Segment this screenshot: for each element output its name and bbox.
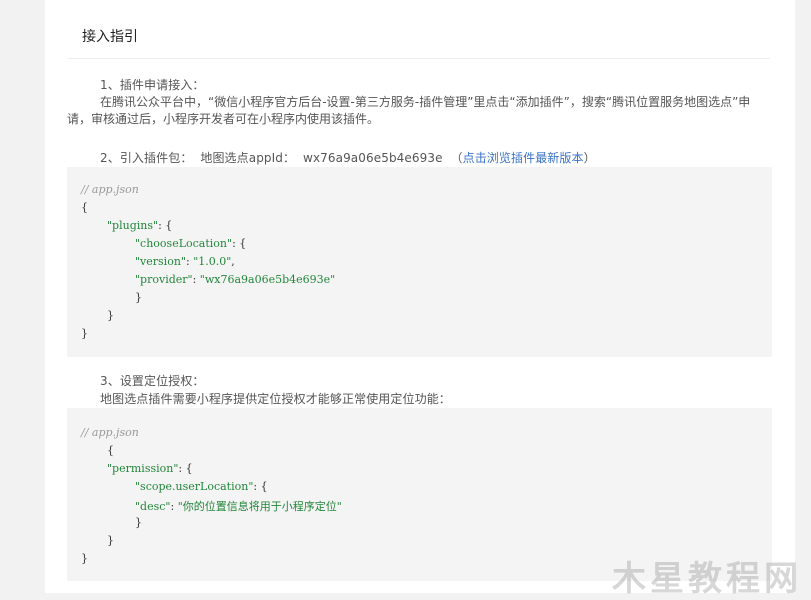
step3-body: 地图选点插件需要小程序提供定位授权才能够正常使用定位功能： — [100, 392, 451, 406]
browse-plugin-version-link[interactable]: 点击浏览插件最新版本 — [463, 151, 584, 165]
code2-punct: : — [170, 500, 178, 513]
code2-line: } — [107, 534, 114, 547]
code2-key: "desc" — [135, 500, 171, 513]
section-title: 接入指引 — [82, 29, 138, 45]
code-block-plugins: // app.json { "plugins": { "chooseLocati… — [67, 167, 772, 357]
code2-punct: : { — [178, 462, 193, 475]
code2-punct: : { — [253, 480, 268, 493]
content-card: 接入指引 1、插件申请接入： 在腾讯公众平台中，“微信小程序官方后台-设置-第三… — [45, 0, 795, 593]
code1-line: } — [135, 291, 142, 304]
code1-line: } — [107, 309, 114, 322]
code2-line: } — [81, 552, 88, 565]
step3-heading: 3、设置定位授权： — [100, 374, 205, 388]
code1-string: "1.0.0" — [193, 255, 232, 268]
step2-heading: 2、引入插件包： — [100, 151, 193, 165]
code1-line: { — [81, 201, 88, 214]
code1-key: "provider" — [135, 273, 193, 286]
code2-line: "permission": { — [107, 462, 193, 475]
step1-heading: 1、插件申请接入： — [100, 78, 205, 92]
step2-line: 2、引入插件包： 地图选点appId： wx76a9a06e5b4e693e （… — [100, 149, 596, 166]
code1-punct: : { — [158, 219, 173, 232]
code1-line: } — [81, 327, 88, 340]
code1-line: "provider": "wx76a9a06e5b4e693e" — [135, 273, 335, 286]
code2-line: "desc": "你的位置信息将用于小程序定位" — [135, 498, 342, 514]
code1-line: "version": "1.0.0", — [135, 255, 235, 268]
code1-line: "plugins": { — [107, 219, 172, 232]
appid-label: 地图选点appId： — [200, 151, 296, 165]
code1-comment: // app.json — [81, 183, 139, 196]
code1-key: "plugins" — [107, 219, 159, 232]
code2-key: "scope.userLocation" — [135, 480, 254, 493]
code2-line: { — [107, 444, 114, 457]
code1-key: "version" — [135, 255, 186, 268]
appid-value: wx76a9a06e5b4e693e — [303, 151, 443, 165]
paren-open: （ — [450, 151, 463, 165]
code2-line: } — [135, 516, 142, 529]
code1-line: "chooseLocation": { — [135, 237, 246, 250]
step1-body: 在腾讯公众平台中，“微信小程序官方后台-设置-第三方服务-插件管理”里点击“添加… — [67, 95, 751, 126]
code2-comment: // app.json — [81, 426, 139, 439]
code2-string: "你的位置信息将用于小程序定位" — [177, 500, 342, 513]
title-divider — [67, 58, 770, 59]
code2-key: "permission" — [107, 462, 179, 475]
code2-line: "scope.userLocation": { — [135, 480, 268, 493]
code1-string: "wx76a9a06e5b4e693e" — [199, 273, 336, 286]
code1-punct: , — [231, 255, 235, 268]
code1-punct: : — [192, 273, 200, 286]
code1-punct: : { — [232, 237, 247, 250]
code1-key: "chooseLocation" — [135, 237, 233, 250]
paren-close: ） — [583, 151, 596, 165]
